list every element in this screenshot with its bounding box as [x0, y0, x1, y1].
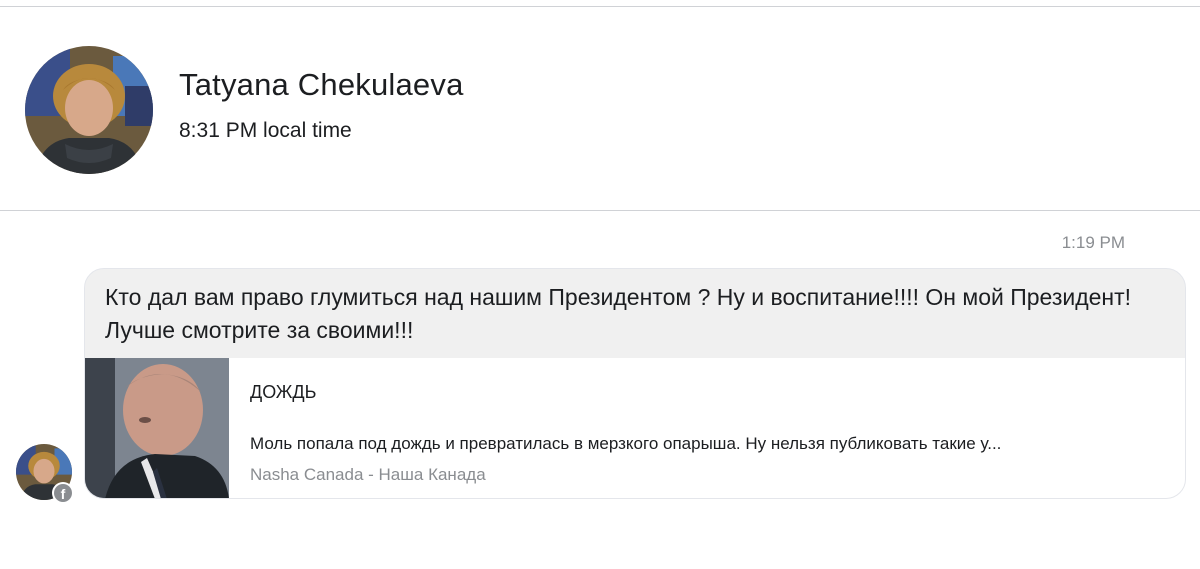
facebook-icon: f	[54, 484, 72, 502]
contact-avatar[interactable]	[25, 46, 153, 174]
header-divider	[0, 210, 1200, 211]
message-bubble[interactable]: Кто дал вам право глумиться над нашим Пр…	[84, 268, 1186, 499]
message-timestamp: 1:19 PM	[1061, 233, 1125, 252]
avatar-photo	[25, 46, 153, 174]
link-preview-description: Моль попала под дождь и превратилась в м…	[250, 434, 1002, 453]
link-preview-site-name: Nasha Canada - Наша Канада	[250, 465, 486, 484]
contact-name[interactable]: Tatyana Chekulaeva	[179, 67, 464, 103]
link-preview-card[interactable]: ДОЖДЬ Моль попала под дождь и превратила…	[85, 358, 1185, 498]
facebook-badge: f	[52, 482, 74, 504]
message-text: Кто дал вам право глумиться над нашим Пр…	[105, 284, 1132, 343]
thumbnail-image	[85, 358, 229, 498]
link-preview-thumbnail[interactable]	[85, 358, 229, 498]
conversation-header: Tatyana Chekulaeva 8:31 PM local time	[0, 7, 1200, 211]
contact-local-time: 8:31 PM local time	[179, 119, 352, 142]
link-preview-source: ДОЖДЬ	[250, 382, 317, 402]
